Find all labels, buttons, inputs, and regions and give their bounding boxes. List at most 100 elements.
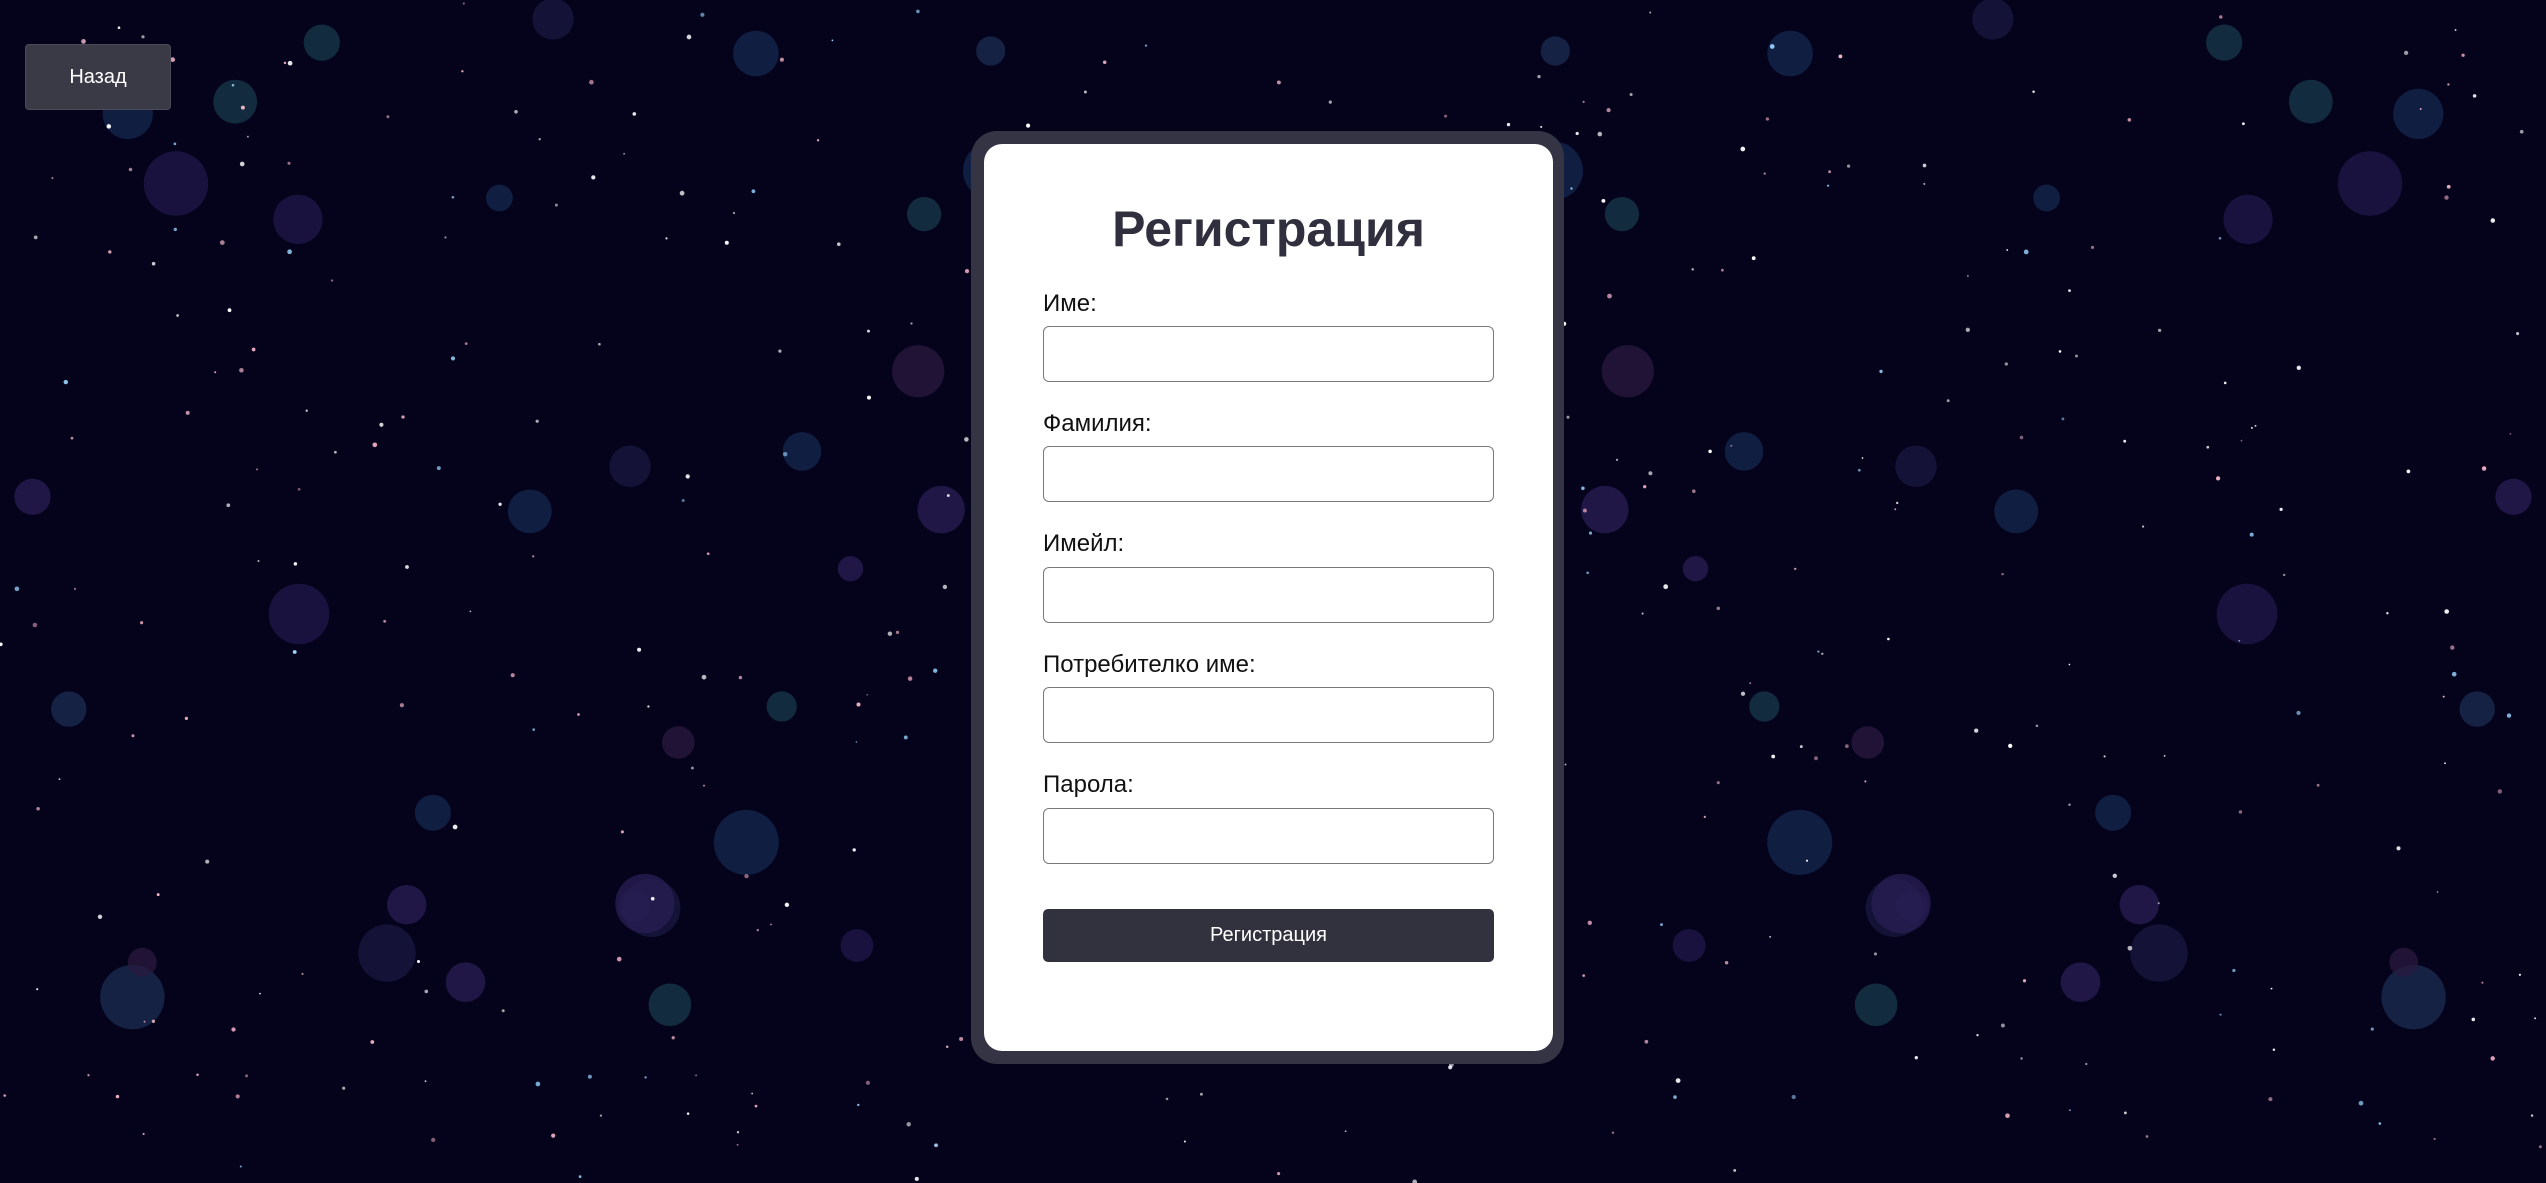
background-star bbox=[933, 668, 938, 673]
background-star bbox=[665, 237, 668, 240]
last-name-label: Фамилия: bbox=[1043, 410, 1152, 437]
background-star bbox=[450, 356, 456, 361]
background-star bbox=[2019, 435, 2024, 440]
background-star bbox=[2163, 755, 2166, 757]
register-submit-button[interactable]: Регистрация bbox=[1043, 909, 1494, 962]
background-star bbox=[3, 1094, 7, 1097]
background-bubble bbox=[609, 445, 651, 487]
registration-form: Регистрация Име: Фамилия: Имейл: Потреби… bbox=[984, 144, 1553, 1051]
background-star bbox=[1183, 1140, 1186, 1143]
background-star bbox=[2444, 762, 2446, 765]
background-star bbox=[2444, 195, 2449, 200]
background-star bbox=[2000, 1023, 2005, 1028]
background-bubble bbox=[1749, 691, 1780, 722]
background-star bbox=[2023, 249, 2029, 255]
background-star bbox=[1751, 256, 1756, 261]
username-input[interactable] bbox=[1043, 687, 1494, 743]
first-name-input[interactable] bbox=[1043, 326, 1494, 382]
background-bubble bbox=[414, 794, 451, 831]
background-star bbox=[895, 630, 900, 635]
background-star bbox=[1643, 485, 1647, 489]
background-star bbox=[2450, 645, 2455, 650]
background-star bbox=[451, 195, 455, 199]
background-star bbox=[616, 956, 622, 962]
background-star bbox=[173, 227, 177, 232]
background-star bbox=[2075, 354, 2078, 358]
background-star bbox=[14, 586, 20, 592]
background-star bbox=[644, 1076, 647, 1079]
background-star bbox=[779, 57, 784, 62]
background-bubble bbox=[387, 885, 427, 925]
background-star bbox=[1582, 508, 1587, 513]
background-star bbox=[231, 83, 235, 87]
background-star bbox=[115, 1094, 120, 1099]
background-bubble bbox=[2288, 79, 2333, 124]
background-star bbox=[259, 992, 261, 995]
background-star bbox=[1749, 682, 1752, 684]
background-star bbox=[2406, 469, 2411, 474]
background-star bbox=[240, 105, 245, 110]
background-star bbox=[2068, 803, 2071, 807]
email-input[interactable] bbox=[1043, 567, 1494, 623]
background-star bbox=[1946, 399, 1950, 403]
background-star bbox=[2061, 417, 2065, 421]
background-star bbox=[424, 1080, 427, 1083]
background-star bbox=[117, 26, 121, 30]
background-star bbox=[1857, 468, 1861, 472]
background-star bbox=[2157, 902, 2160, 905]
password-input[interactable] bbox=[1043, 808, 1494, 864]
background-star bbox=[239, 161, 245, 167]
background-star bbox=[131, 734, 135, 738]
background-star bbox=[701, 674, 707, 680]
background-star bbox=[916, 9, 920, 14]
background-star bbox=[690, 766, 694, 770]
background-star bbox=[1976, 1033, 1979, 1037]
background-star bbox=[1575, 131, 1579, 136]
background-star bbox=[151, 1019, 156, 1023]
background-star bbox=[620, 830, 624, 834]
background-star bbox=[1165, 1097, 1169, 1101]
background-star bbox=[287, 161, 291, 165]
background-star bbox=[1716, 606, 1721, 611]
background-star bbox=[1537, 74, 1541, 79]
background-star bbox=[551, 1133, 556, 1138]
background-star bbox=[1582, 100, 1585, 103]
background-star bbox=[1586, 571, 1590, 575]
background-star bbox=[140, 621, 144, 625]
background-bubble bbox=[507, 489, 552, 534]
background-star bbox=[1344, 1130, 1347, 1133]
background-star bbox=[2240, 439, 2243, 442]
background-star bbox=[1817, 650, 1820, 653]
background-bubble bbox=[2216, 583, 2278, 645]
background-star bbox=[1794, 567, 1797, 571]
background-star bbox=[372, 442, 378, 448]
background-star bbox=[1673, 1095, 1677, 1099]
background-star bbox=[1540, 125, 1543, 128]
background-star bbox=[2490, 218, 2496, 223]
background-bubble bbox=[2393, 88, 2444, 139]
background-star bbox=[2516, 332, 2520, 336]
background-star bbox=[2250, 426, 2253, 429]
background-star bbox=[865, 1080, 870, 1085]
background-star bbox=[1896, 501, 1899, 505]
back-button[interactable]: Назад bbox=[25, 44, 171, 110]
background-star bbox=[2035, 724, 2039, 728]
background-star bbox=[732, 211, 736, 215]
background-bubble bbox=[615, 873, 675, 934]
background-star bbox=[1644, 1039, 1649, 1044]
background-bubble bbox=[733, 30, 779, 77]
background-star bbox=[1879, 369, 1883, 374]
background-bubble bbox=[51, 691, 87, 727]
background-star bbox=[2020, 1057, 2023, 1060]
background-star bbox=[2454, 29, 2457, 31]
background-star bbox=[1914, 1056, 1918, 1060]
page-title: Регистрация bbox=[1112, 201, 1425, 257]
background-star bbox=[301, 972, 304, 975]
last-name-input[interactable] bbox=[1043, 446, 1494, 502]
background-star bbox=[2471, 1017, 2476, 1022]
background-star bbox=[184, 716, 189, 721]
background-star bbox=[598, 342, 601, 346]
background-star bbox=[1587, 920, 1592, 925]
background-star bbox=[679, 190, 685, 196]
background-star bbox=[63, 379, 69, 385]
